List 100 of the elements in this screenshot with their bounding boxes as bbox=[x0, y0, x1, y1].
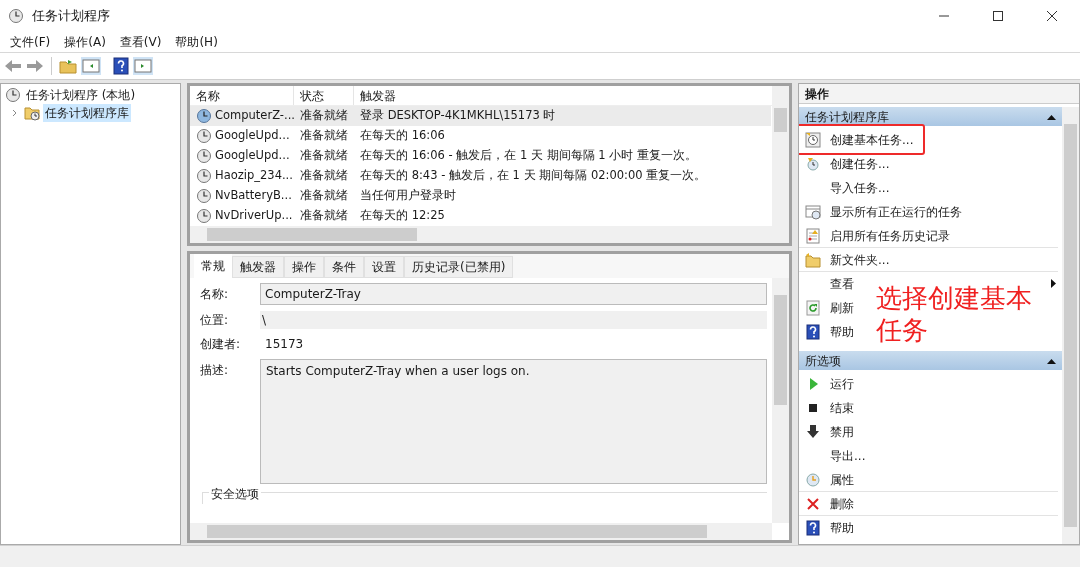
tree-item[interactable]: 任务计划程序库 bbox=[43, 104, 131, 122]
horizontal-scrollbar[interactable] bbox=[190, 226, 789, 243]
list-icon bbox=[805, 227, 821, 244]
menu-item[interactable]: 查看(V) bbox=[113, 33, 168, 51]
action-item[interactable]: 新文件夹... bbox=[830, 250, 890, 269]
tab[interactable]: 条件 bbox=[324, 256, 364, 278]
table-row[interactable]: ComputerZ-... 准备就绪 登录 DESKTOP-4K1MKHL\15173 时 bbox=[190, 106, 771, 126]
tab[interactable]: 触发器 bbox=[232, 256, 284, 278]
table-cell-text: 在每天的 16:06 - 触发后，在 1 天 期间每隔 1 小时 重复一次。 bbox=[359, 147, 697, 165]
action-item[interactable]: 禁用 bbox=[830, 422, 854, 441]
action-item[interactable]: 创建任务... bbox=[830, 154, 890, 173]
action-item[interactable]: 删除 bbox=[830, 494, 854, 513]
clock-icon bbox=[196, 188, 212, 204]
field-label: 位置: bbox=[200, 312, 230, 329]
chevron-right-icon[interactable] bbox=[11, 109, 19, 117]
table-cell-text: 当任何用户登录时 bbox=[359, 187, 456, 205]
table-cell-text: 准备就绪 bbox=[299, 187, 349, 205]
column-header[interactable]: 名称 bbox=[190, 86, 294, 105]
menu-item[interactable]: 操作(A) bbox=[58, 33, 112, 51]
action-item[interactable]: 启用所有任务历史记录 bbox=[830, 226, 950, 245]
horizontal-scrollbar[interactable] bbox=[190, 523, 772, 540]
tab[interactable]: 常规 bbox=[194, 254, 232, 278]
clock-icon bbox=[805, 471, 821, 488]
table-cell: GoogleUpd... bbox=[215, 147, 290, 165]
maximize-icon bbox=[992, 10, 1004, 22]
folder-icon bbox=[59, 58, 77, 74]
action-item[interactable]: 导入任务... bbox=[830, 178, 890, 197]
group-header[interactable]: 所选项 bbox=[799, 351, 1062, 370]
table-cell: NvBatteryB... bbox=[215, 187, 292, 205]
clock-icon bbox=[196, 128, 212, 144]
action-item[interactable]: 显示所有正在运行的任务 bbox=[830, 202, 962, 221]
group-title: 所选项 bbox=[805, 352, 842, 370]
tree-item[interactable]: 任务计划程序 (本地) bbox=[24, 86, 138, 104]
action-item[interactable]: 属性 bbox=[830, 470, 854, 489]
table-cell-text: 在每天的 8:43 - 触发后，在 1 天 期间每隔 02:00:00 重复一次。 bbox=[359, 167, 707, 185]
action-item[interactable]: 帮助 bbox=[830, 322, 854, 341]
group-title: 任务计划程序库 bbox=[805, 108, 890, 126]
close-icon bbox=[1046, 10, 1058, 22]
pane-title: 操作 bbox=[799, 84, 1079, 104]
window-title: 任务计划程序 bbox=[32, 7, 110, 26]
window-clock-icon bbox=[805, 203, 821, 220]
collapse-icon bbox=[1047, 113, 1056, 120]
table-row[interactable]: GoogleUpd... 准备就绪 在每天的 16:06 - 触发后，在 1 天 期间每隔 1 小时 重复一次。 bbox=[190, 146, 771, 166]
vertical-scrollbar[interactable] bbox=[1062, 107, 1079, 544]
clock-icon bbox=[196, 168, 212, 184]
vertical-scrollbar[interactable] bbox=[772, 278, 789, 523]
help-icon bbox=[113, 57, 129, 75]
table-cell-text: 准备就绪 bbox=[299, 147, 349, 165]
collapse-icon bbox=[1047, 357, 1056, 364]
submenu-arrow-icon bbox=[1051, 279, 1056, 288]
delete-icon bbox=[805, 495, 821, 512]
action-item[interactable]: 运行 bbox=[830, 374, 854, 393]
table-cell-text: 准备就绪 bbox=[299, 207, 349, 225]
table-cell: ComputerZ-... bbox=[215, 107, 295, 125]
clock-icon bbox=[196, 108, 212, 124]
table-cell: Haozip_234... bbox=[215, 167, 293, 185]
clock-icon bbox=[805, 155, 821, 172]
field-label: 描述: bbox=[200, 362, 230, 379]
table-cell-text: 在每天的 16:06 bbox=[359, 127, 445, 145]
tab[interactable]: 操作 bbox=[284, 256, 324, 278]
annotation-text: 选择创建基本任务 bbox=[876, 282, 1033, 346]
field-label: 名称: bbox=[200, 286, 230, 303]
menu-item[interactable]: 文件(F) bbox=[4, 33, 57, 51]
tab[interactable]: 历史记录(已禁用) bbox=[404, 256, 514, 278]
table-row[interactable]: GoogleUpd... 准备就绪 在每天的 16:06 bbox=[190, 126, 771, 146]
folder-icon bbox=[805, 251, 821, 268]
action-item[interactable]: 刷新 bbox=[830, 298, 854, 317]
clock-icon bbox=[8, 8, 24, 24]
section-label: 安全选项 bbox=[209, 487, 261, 501]
pane-icon bbox=[81, 57, 101, 75]
forward-arrow-icon bbox=[26, 58, 44, 74]
table-cell-text: 准备就绪 bbox=[299, 107, 349, 125]
tab[interactable]: 设置 bbox=[364, 256, 404, 278]
menu-item[interactable]: 帮助(H) bbox=[169, 33, 224, 51]
table-row[interactable]: NvBatteryB... 准备就绪 当任何用户登录时 bbox=[190, 186, 771, 206]
folder-clock-icon bbox=[24, 105, 40, 121]
clock-icon bbox=[196, 148, 212, 164]
table-cell-text: 登录 DESKTOP-4K1MKHL\15173 时 bbox=[359, 107, 556, 125]
table-row[interactable]: Haozip_234... 准备就绪 在每天的 8:43 - 触发后，在 1 天 期间每隔 02:00:00 重复一次。 bbox=[190, 166, 771, 186]
clock-icon bbox=[805, 131, 821, 148]
table-cell-text: 准备就绪 bbox=[299, 127, 349, 145]
table-row[interactable]: NvDriverUp... 准备就绪 在每天的 12:25 bbox=[190, 206, 771, 226]
action-item[interactable]: 导出... bbox=[830, 446, 866, 465]
action-item[interactable]: 创建基本任务... bbox=[830, 130, 914, 149]
action-item[interactable]: 查看 bbox=[830, 274, 854, 293]
down-arrow-icon bbox=[805, 423, 821, 440]
refresh-icon bbox=[805, 299, 821, 316]
help-icon bbox=[805, 323, 821, 340]
action-item[interactable]: 帮助 bbox=[830, 518, 854, 537]
column-header[interactable]: 状态 bbox=[294, 86, 354, 105]
help-icon bbox=[805, 519, 821, 536]
field-label: 创建者: bbox=[200, 336, 242, 353]
table-cell-text: 准备就绪 bbox=[299, 167, 349, 185]
table-cell-text: 在每天的 12:25 bbox=[359, 207, 445, 225]
action-item[interactable]: 结束 bbox=[830, 398, 854, 417]
vertical-scrollbar[interactable] bbox=[772, 86, 789, 226]
clock-icon bbox=[196, 208, 212, 224]
pane-icon bbox=[133, 57, 153, 75]
table-cell: GoogleUpd... bbox=[215, 127, 290, 145]
group-header[interactable]: 任务计划程序库 bbox=[799, 107, 1062, 126]
